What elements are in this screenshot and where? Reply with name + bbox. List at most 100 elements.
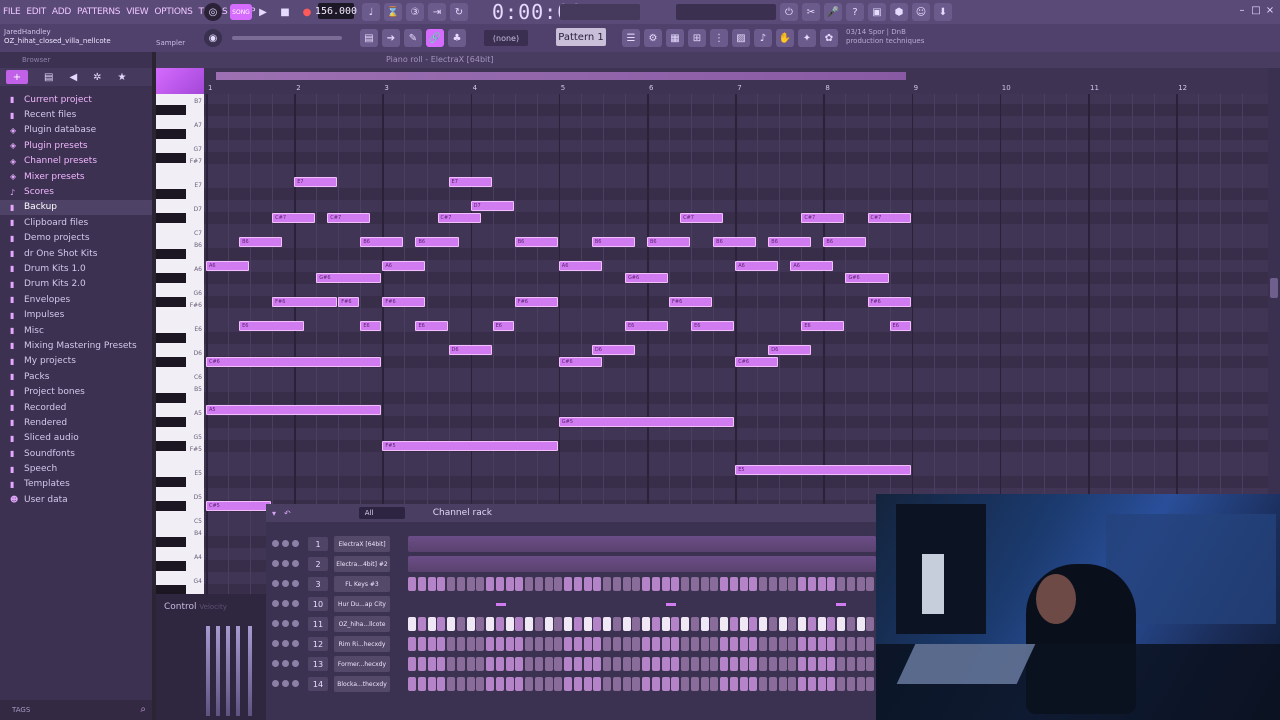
- browser-item[interactable]: ☻ User data: [0, 492, 152, 507]
- play-icon[interactable]: ▶: [254, 3, 272, 21]
- step-button[interactable]: [739, 577, 748, 591]
- black-key[interactable]: [156, 477, 186, 487]
- note[interactable]: A6: [790, 261, 834, 271]
- step-button[interactable]: [788, 657, 797, 671]
- step-button[interactable]: [544, 577, 553, 591]
- step-button[interactable]: [817, 657, 826, 671]
- note[interactable]: B6: [647, 237, 691, 247]
- note[interactable]: F#6: [272, 297, 338, 307]
- channel-name-button[interactable]: Blocka...thecxdy: [334, 676, 390, 692]
- step-button[interactable]: [564, 577, 572, 591]
- bar-number[interactable]: 5: [561, 84, 565, 92]
- help-icon[interactable]: ?: [846, 3, 864, 21]
- step-button[interactable]: [651, 577, 660, 591]
- step-button[interactable]: [495, 657, 504, 671]
- step-button[interactable]: [749, 657, 758, 671]
- note[interactable]: E6: [239, 321, 305, 331]
- step-button[interactable]: [837, 577, 845, 591]
- channel-mixer-track[interactable]: 3: [308, 577, 328, 591]
- step-button[interactable]: [612, 657, 621, 671]
- step-button[interactable]: [486, 677, 494, 691]
- step-button[interactable]: [593, 637, 602, 651]
- step-button[interactable]: [486, 657, 494, 671]
- channel-rack-title[interactable]: Channel rack: [433, 508, 492, 518]
- step-button[interactable]: [846, 637, 855, 651]
- step-button[interactable]: [759, 577, 767, 591]
- note[interactable]: B6: [591, 237, 635, 247]
- note[interactable]: C#6: [558, 357, 602, 367]
- step-button[interactable]: [408, 637, 416, 651]
- record-mode-icon[interactable]: ◎: [204, 3, 222, 21]
- step-button[interactable]: [622, 577, 631, 591]
- velocity-bar[interactable]: [236, 626, 240, 716]
- channel-toggle-icon[interactable]: [292, 540, 299, 547]
- step-button[interactable]: [690, 677, 699, 691]
- step-button[interactable]: [476, 637, 485, 651]
- note[interactable]: F#6: [382, 297, 426, 307]
- browser-item[interactable]: ▮ Clipboard files: [0, 215, 152, 230]
- note[interactable]: A6: [382, 261, 426, 271]
- step-button[interactable]: [778, 577, 787, 591]
- step-button[interactable]: [661, 637, 670, 651]
- bar-number[interactable]: 2: [296, 84, 300, 92]
- browser-item[interactable]: ▮ Project bones: [0, 384, 152, 399]
- step-button[interactable]: [720, 637, 728, 651]
- step-button[interactable]: [729, 637, 738, 651]
- download-icon[interactable]: ⬇: [934, 3, 952, 21]
- snap-select[interactable]: (none): [484, 30, 528, 46]
- browser-item[interactable]: ▮ Packs: [0, 369, 152, 384]
- note[interactable]: A6: [558, 261, 602, 271]
- step-button[interactable]: [866, 577, 875, 591]
- step-button[interactable]: [447, 677, 455, 691]
- step-button[interactable]: [866, 677, 875, 691]
- black-key[interactable]: [156, 585, 186, 594]
- step-button[interactable]: [408, 617, 416, 631]
- bar-number[interactable]: 3: [384, 84, 388, 92]
- step-button[interactable]: [651, 677, 660, 691]
- step-button[interactable]: [642, 617, 650, 631]
- note[interactable]: A6: [735, 261, 779, 271]
- step-button[interactable]: [466, 577, 475, 591]
- step-button[interactable]: [866, 657, 875, 671]
- draw-icon[interactable]: ✎: [404, 29, 422, 47]
- step-button[interactable]: [846, 617, 855, 631]
- step-button[interactable]: [612, 617, 621, 631]
- note[interactable]: C#7: [437, 213, 481, 223]
- step-button[interactable]: [729, 617, 738, 631]
- step-button[interactable]: [710, 677, 719, 691]
- step-button[interactable]: [466, 637, 475, 651]
- channel-mixer-track[interactable]: 13: [308, 657, 328, 671]
- step-button[interactable]: [544, 677, 553, 691]
- close-icon[interactable]: ×: [1264, 4, 1276, 16]
- step-button[interactable]: [466, 657, 475, 671]
- step-edit-icon[interactable]: ⇥: [428, 3, 446, 21]
- channel-toggle-icon[interactable]: [282, 660, 289, 667]
- velocity-bar[interactable]: [226, 626, 230, 716]
- file-icon[interactable]: ▤: [44, 72, 53, 83]
- step-button[interactable]: [427, 617, 436, 631]
- menu-file[interactable]: FILE: [0, 7, 23, 17]
- step-button[interactable]: [612, 677, 621, 691]
- black-key[interactable]: [156, 417, 186, 427]
- step-button[interactable]: [495, 637, 504, 651]
- step-button[interactable]: [564, 617, 572, 631]
- step-button[interactable]: [690, 657, 699, 671]
- step-button[interactable]: [759, 637, 767, 651]
- step-button[interactable]: [603, 637, 611, 651]
- menu-add[interactable]: ADD: [49, 7, 74, 17]
- step-button[interactable]: [651, 617, 660, 631]
- step-button[interactable]: [554, 637, 563, 651]
- step-button[interactable]: [651, 637, 660, 651]
- step-button[interactable]: [671, 637, 680, 651]
- step-button[interactable]: [417, 637, 426, 651]
- channel-toggle-icon[interactable]: [292, 600, 299, 607]
- step-button[interactable]: [690, 577, 699, 591]
- step-button[interactable]: [739, 677, 748, 691]
- channel-toggle-icon[interactable]: [282, 640, 289, 647]
- step-button[interactable]: [798, 657, 806, 671]
- step-button[interactable]: [710, 617, 719, 631]
- step-button[interactable]: [700, 577, 709, 591]
- chat-icon[interactable]: ☺: [912, 3, 930, 21]
- step-button[interactable]: [437, 577, 446, 591]
- step-button[interactable]: [807, 657, 816, 671]
